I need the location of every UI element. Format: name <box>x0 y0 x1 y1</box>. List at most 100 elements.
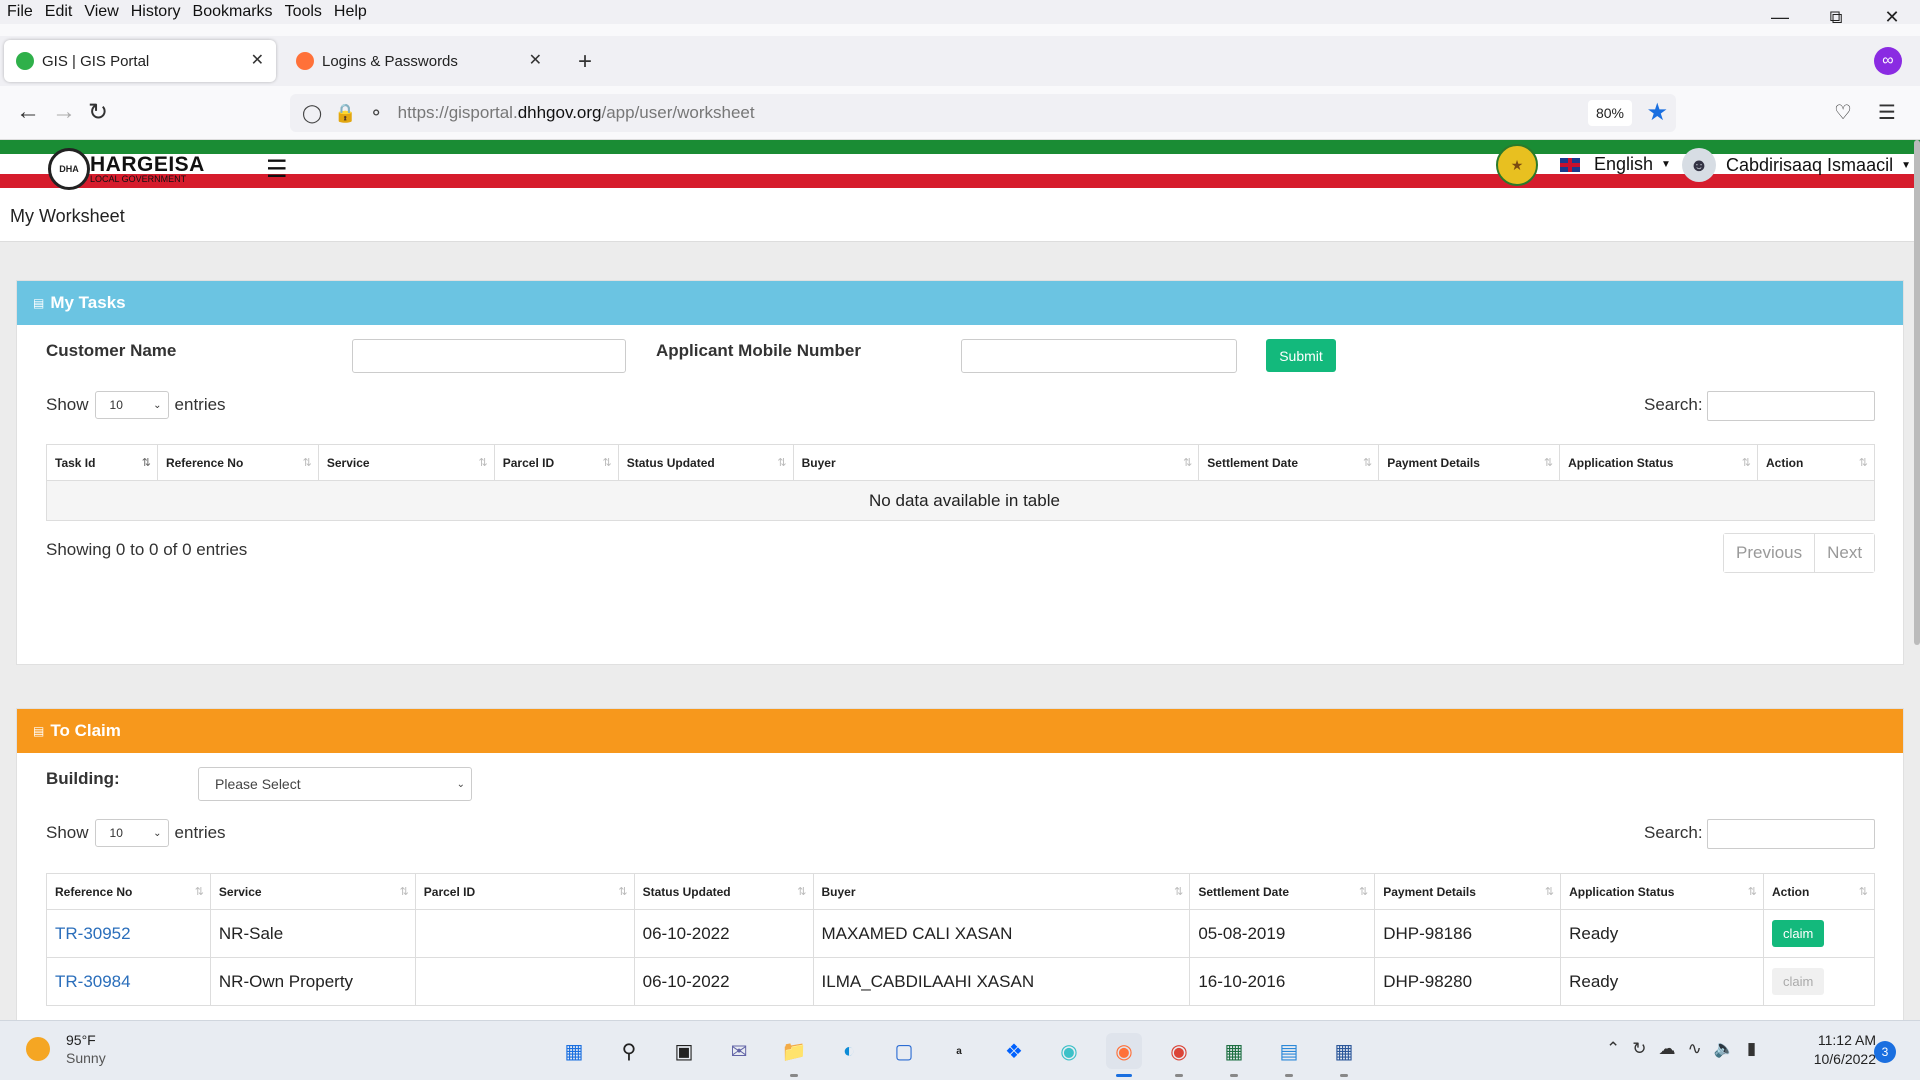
column-header[interactable]: Settlement Date ⇅ <box>1198 444 1380 481</box>
search-input[interactable] <box>1707 391 1875 421</box>
restore-icon[interactable]: ⧉ <box>1808 0 1864 34</box>
site-logo[interactable]: DHA HARGEISA LOCAL GOVERNMENT <box>48 148 205 190</box>
parcel-cell <box>414 957 635 1006</box>
action-cell: claim <box>1762 909 1876 958</box>
store-icon[interactable]: ▢ <box>886 1033 922 1069</box>
logo-title: HARGEISA <box>90 153 205 176</box>
notification-badge[interactable]: 3 <box>1874 1041 1896 1063</box>
sort-icon: ⇅ <box>1741 457 1751 469</box>
battery-icon[interactable]: ▮ <box>1747 1039 1756 1059</box>
reload-icon[interactable]: ↻ <box>88 98 108 127</box>
mail-app-icon[interactable]: ◉ <box>1051 1033 1087 1069</box>
chrome-icon[interactable]: ◉ <box>1161 1033 1197 1077</box>
column-header[interactable]: Buyer ⇅ <box>812 873 1191 910</box>
sync-icon[interactable]: ↻ <box>1632 1039 1646 1059</box>
new-tab-plus-icon[interactable]: + <box>578 48 592 76</box>
hamburger-menu-icon[interactable]: ☰ <box>1878 100 1896 125</box>
column-header[interactable]: Buyer ⇅ <box>792 444 1200 481</box>
edge-icon[interactable]: ◐ <box>831 1033 867 1069</box>
close-tab-icon[interactable]: ✕ <box>251 50 264 70</box>
menu-history[interactable]: History <box>124 3 186 21</box>
lock-icon[interactable]: 🔒 <box>334 103 356 124</box>
url-text[interactable]: https://gisportal.dhhgov.org/app/user/wo… <box>398 103 755 123</box>
pagination: Previous Next <box>1723 533 1876 573</box>
column-header[interactable]: Settlement Date ⇅ <box>1189 873 1376 910</box>
menu-file[interactable]: File <box>0 3 38 21</box>
key-icon[interactable]: ⚬ <box>369 103 384 124</box>
column-header[interactable]: Status Updated ⇅ <box>617 444 794 481</box>
forward-arrow-icon[interactable]: → <box>52 98 76 126</box>
column-header[interactable]: Service ⇅ <box>317 444 495 481</box>
column-header[interactable]: Action ⇅ <box>1762 873 1876 910</box>
menu-tools[interactable]: Tools <box>278 3 327 21</box>
reference-link[interactable]: TR-30984 <box>55 972 131 991</box>
sidebar-toggle-icon[interactable]: ☰ <box>266 155 288 184</box>
previous-button[interactable]: Previous <box>1724 534 1815 572</box>
column-header[interactable]: Parcel ID ⇅ <box>414 873 635 910</box>
search-input[interactable] <box>1707 819 1875 849</box>
word-icon[interactable]: ▦ <box>1326 1033 1362 1077</box>
tab-logins-passwords[interactable]: Logins & Passwords ✕ <box>284 40 554 82</box>
menu-view[interactable]: View <box>77 3 123 21</box>
weather-condition: Sunny <box>66 1050 106 1066</box>
submit-button[interactable]: Submit <box>1266 339 1336 372</box>
menu-bookmarks[interactable]: Bookmarks <box>186 3 278 21</box>
firefox-icon[interactable]: ◉ <box>1106 1033 1142 1077</box>
user-menu[interactable]: ☻ Cabdirisaaq Ismaacil ▼ <box>1682 148 1911 182</box>
menu-edit[interactable]: Edit <box>38 3 78 21</box>
customer-name-input[interactable] <box>352 339 626 373</box>
column-header[interactable]: Task Id ⇅ <box>46 444 158 481</box>
column-header[interactable]: Application Status ⇅ <box>1559 444 1758 481</box>
wifi-icon[interactable]: ∿ <box>1688 1039 1702 1059</box>
onedrive-cloud-icon[interactable]: ☁ <box>1659 1039 1676 1059</box>
column-header[interactable]: Payment Details ⇅ <box>1374 873 1562 910</box>
column-header[interactable]: Reference No ⇅ <box>156 444 319 481</box>
page-scrollbar[interactable] <box>1914 140 1920 645</box>
address-bar[interactable]: ◯ 🔒 ⚬ https://gisportal.dhhgov.org/app/u… <box>290 94 1676 132</box>
task-view-icon[interactable]: ▣ <box>666 1033 702 1069</box>
column-header[interactable]: Status Updated ⇅ <box>633 873 814 910</box>
excel-icon[interactable]: ▦ <box>1216 1033 1252 1077</box>
clock[interactable]: 11:12 AM 10/6/2022 <box>1800 1031 1876 1069</box>
tab-gis-portal[interactable]: GIS | GIS Portal ✕ <box>4 40 276 82</box>
speaker-icon[interactable]: 🔈 <box>1714 1039 1735 1059</box>
sort-icon: ⇅ <box>797 886 807 898</box>
minimize-icon[interactable]: — <box>1752 0 1808 34</box>
column-header[interactable]: Application Status ⇅ <box>1560 873 1764 910</box>
start-windows-icon[interactable]: ▦ <box>556 1033 592 1069</box>
dropbox-icon[interactable]: ❖ <box>996 1033 1032 1069</box>
mobile-number-input[interactable] <box>961 339 1237 373</box>
weather-widget[interactable]: 95°F Sunny <box>26 1031 106 1067</box>
column-header[interactable]: Payment Details ⇅ <box>1378 444 1561 481</box>
column-header[interactable]: Reference No ⇅ <box>46 873 211 910</box>
table-row: TR-30984 NR-Own Property 06-10-2022 ILMA… <box>46 957 1876 1006</box>
close-window-icon[interactable]: ✕ <box>1864 0 1920 34</box>
claim-button[interactable]: claim <box>1771 920 1825 947</box>
shield-icon[interactable]: ◯ <box>302 103 322 124</box>
chevron-up-icon[interactable]: ⌃ <box>1606 1039 1620 1059</box>
reference-link[interactable]: TR-30952 <box>55 924 131 943</box>
zoom-level-badge[interactable]: 80% <box>1587 100 1632 126</box>
column-header[interactable]: Service ⇅ <box>209 873 416 910</box>
bookmark-star-icon[interactable]: ★ <box>1646 98 1668 127</box>
search-icon[interactable]: ⚲ <box>611 1033 647 1069</box>
language-selector[interactable]: English ▼ <box>1560 154 1671 175</box>
pocket-icon[interactable]: ♡ <box>1834 100 1852 125</box>
page-size-select[interactable]: 10 ⌄ <box>94 819 169 847</box>
amazon-icon[interactable]: a <box>941 1033 977 1069</box>
back-arrow-icon[interactable]: ← <box>16 98 40 126</box>
teams-chat-icon[interactable]: ✉ <box>721 1033 757 1069</box>
private-mask-icon[interactable]: ∞ <box>1874 47 1902 75</box>
claim-button[interactable]: claim <box>1771 968 1825 995</box>
settlement-date-cell: 05-08-2019 <box>1189 909 1376 958</box>
application-status-cell: Ready <box>1560 957 1764 1006</box>
next-button[interactable]: Next <box>1814 534 1875 572</box>
menu-help[interactable]: Help <box>327 3 372 21</box>
close-tab-icon[interactable]: ✕ <box>529 50 542 70</box>
page-size-select[interactable]: 10 ⌄ <box>94 391 169 419</box>
building-select[interactable]: Please Select ⌄ <box>198 767 472 801</box>
column-header[interactable]: Parcel ID ⇅ <box>493 444 619 481</box>
notepad-icon[interactable]: ▤ <box>1271 1033 1307 1077</box>
file-explorer-icon[interactable]: 📁 <box>776 1033 812 1077</box>
column-header[interactable]: Action ⇅ <box>1756 444 1876 481</box>
